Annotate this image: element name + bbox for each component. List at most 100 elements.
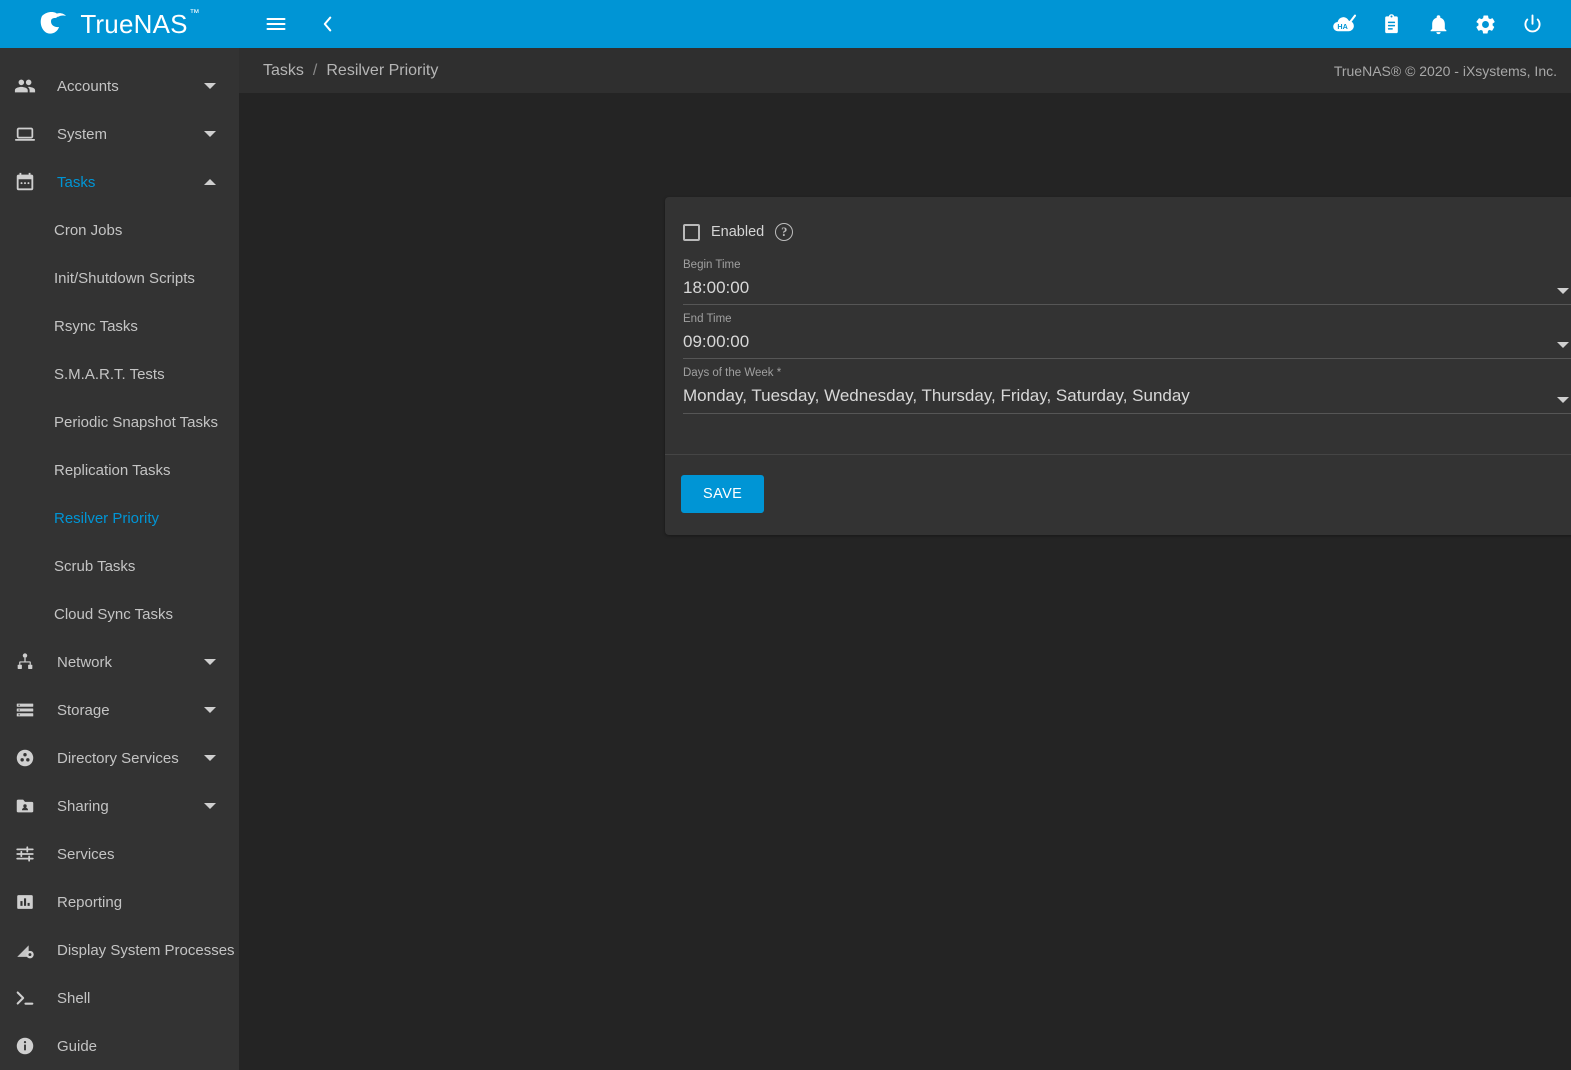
- copyright-text: TrueNAS® © 2020 - iXsystems, Inc.: [1333, 62, 1557, 79]
- sidebar-item-storage[interactable]: Storage: [0, 686, 239, 734]
- chevron-up-icon[interactable]: [199, 171, 221, 193]
- form-body: Enabled ? Begin Time 18:00:00 ?: [665, 197, 1571, 432]
- end-time-select[interactable]: End Time 09:00:00: [683, 313, 1571, 360]
- chevron-down-icon[interactable]: [199, 123, 221, 145]
- begin-time-row: Begin Time 18:00:00 ?: [680, 259, 1571, 306]
- toolbar-right-group: HA: [1329, 9, 1557, 39]
- sidebar-item-label: Sharing: [57, 797, 109, 815]
- sidebar-item-system[interactable]: System: [0, 110, 239, 158]
- chevron-down-icon[interactable]: [199, 699, 221, 721]
- chevron-down-icon[interactable]: [199, 75, 221, 97]
- sidebar-item-network[interactable]: Network: [0, 638, 239, 686]
- chevron-down-icon[interactable]: [1557, 396, 1569, 403]
- sidebar-item-cloud-sync-tasks[interactable]: Cloud Sync Tasks: [0, 590, 239, 638]
- terminal-prompt-icon: [13, 986, 37, 1010]
- sidebar-item-accounts[interactable]: Accounts: [0, 62, 239, 110]
- chevron-down-icon[interactable]: [199, 795, 221, 817]
- processes-gear-icon: [13, 938, 37, 962]
- days-of-week-label: Days of the Week *: [683, 367, 782, 380]
- begin-time-label: Begin Time: [683, 259, 741, 271]
- sidebar-item-label: Network: [57, 653, 113, 671]
- sidebar-item-reporting[interactable]: Reporting: [0, 878, 239, 926]
- network-nodes-icon: [13, 650, 37, 674]
- begin-time-select[interactable]: Begin Time 18:00:00: [683, 259, 1571, 306]
- sidebar-item-rsync-tasks[interactable]: Rsync Tasks: [0, 302, 239, 350]
- people-icon: [13, 74, 37, 98]
- top-toolbar: HA: [239, 0, 1571, 48]
- sidebar-item-label: Guide: [57, 1037, 98, 1055]
- laptop-icon: [13, 122, 37, 146]
- sidebar-item-replication-tasks[interactable]: Replication Tasks: [0, 446, 239, 494]
- storage-stack-icon: [13, 698, 37, 722]
- chevron-down-icon[interactable]: [199, 651, 221, 673]
- sidebar-item-tasks[interactable]: Tasks: [0, 158, 239, 206]
- hamburger-menu-icon[interactable]: [261, 9, 291, 39]
- breadcrumb-separator: /: [312, 61, 318, 79]
- days-of-week-row: Days of the Week * Monday, Tuesday, Wedn…: [680, 367, 1571, 414]
- content-area: Enabled ? Begin Time 18:00:00 ?: [239, 93, 1571, 1070]
- brand-name-text: TrueNAS: [80, 9, 188, 39]
- sidebar-item-scrub-tasks[interactable]: Scrub Tasks: [0, 542, 239, 590]
- power-icon[interactable]: [1517, 9, 1547, 39]
- sidebar-item-services[interactable]: Services: [0, 830, 239, 878]
- sidebar-item-smart-tests[interactable]: S.M.A.R.T. Tests: [0, 350, 239, 398]
- calendar-icon: [13, 170, 37, 194]
- chevron-down-icon[interactable]: [1557, 342, 1569, 349]
- sidebar-item-label: Storage: [57, 701, 110, 719]
- chevron-down-icon[interactable]: [1557, 288, 1569, 295]
- info-circle-icon: [13, 1034, 37, 1058]
- end-time-row: End Time 09:00:00 ?: [680, 313, 1571, 360]
- brand-header[interactable]: TrueNAS ™: [0, 0, 239, 48]
- brand-name: TrueNAS ™: [80, 9, 199, 39]
- bar-chart-icon: [13, 890, 37, 914]
- directory-disc-icon: [13, 746, 37, 770]
- sidebar-subitem-label: Replication Tasks: [54, 461, 171, 479]
- sidebar-item-guide[interactable]: Guide: [0, 1022, 239, 1070]
- save-button[interactable]: SAVE: [681, 474, 765, 513]
- days-of-week-select[interactable]: Days of the Week * Monday, Tuesday, Wedn…: [683, 367, 1571, 414]
- form-footer: SAVE: [665, 455, 1571, 535]
- enabled-label: Enabled: [711, 224, 765, 240]
- sidebar-item-label: Services: [57, 845, 115, 863]
- sidebar-item-label: Shell: [57, 989, 91, 1007]
- gear-settings-icon[interactable]: [1470, 9, 1500, 39]
- brand-trademark: ™: [189, 8, 200, 19]
- days-of-week-value: Monday, Tuesday, Wednesday, Thursday, Fr…: [683, 386, 1190, 406]
- sidebar-item-display-system-processes[interactable]: Display System Processes: [0, 926, 239, 974]
- sidebar-item-init-shutdown-scripts[interactable]: Init/Shutdown Scripts: [0, 254, 239, 302]
- chevron-down-icon[interactable]: [199, 747, 221, 769]
- sidebar-item-label: Tasks: [57, 173, 96, 191]
- sidebar-item-resilver-priority[interactable]: Resilver Priority: [0, 494, 239, 542]
- sidebar-item-cron-jobs[interactable]: Cron Jobs: [0, 206, 239, 254]
- sidebar: TrueNAS ™ Accounts System Tasks Cron Job…: [0, 0, 239, 1070]
- truenas-wave-logo-icon: [37, 7, 71, 41]
- breadcrumb-item-resilver-priority[interactable]: Resilver Priority: [326, 62, 438, 80]
- svg-text:HA: HA: [1337, 22, 1347, 31]
- sidebar-subitem-label: Cron Jobs: [54, 221, 123, 239]
- ha-cloud-status-icon[interactable]: HA: [1329, 9, 1359, 39]
- sidebar-item-periodic-snapshot-tasks[interactable]: Periodic Snapshot Tasks: [0, 398, 239, 446]
- sidebar-item-label: System: [57, 125, 108, 143]
- enabled-row: Enabled ?: [680, 213, 1571, 251]
- breadcrumb-item-tasks[interactable]: Tasks: [263, 62, 304, 80]
- begin-time-value: 18:00:00: [683, 277, 750, 297]
- sidebar-item-label: Accounts: [57, 77, 119, 95]
- enabled-checkbox[interactable]: [683, 223, 700, 241]
- sidebar-subitem-label: Cloud Sync Tasks: [54, 605, 173, 623]
- resilver-priority-form-card: Enabled ? Begin Time 18:00:00 ?: [665, 197, 1571, 535]
- chevron-left-icon[interactable]: [313, 9, 343, 39]
- bell-notifications-icon[interactable]: [1423, 9, 1453, 39]
- sidebar-item-sharing[interactable]: Sharing: [0, 782, 239, 830]
- sidebar-item-label: Reporting: [57, 893, 123, 911]
- sidebar-item-shell[interactable]: Shell: [0, 974, 239, 1022]
- clipboard-tasks-icon[interactable]: [1376, 9, 1406, 39]
- sliders-icon: [13, 842, 37, 866]
- truenas-app-window: TrueNAS ™ Accounts System Tasks Cron Job…: [0, 0, 1571, 1070]
- sidebar-item-directory-services[interactable]: Directory Services: [0, 734, 239, 782]
- sidebar-subitem-label: S.M.A.R.T. Tests: [54, 365, 165, 383]
- sidebar-nav: Accounts System Tasks Cron Jobs Init/Shu…: [0, 48, 239, 1070]
- sidebar-subitem-label: Rsync Tasks: [54, 317, 138, 335]
- shared-folder-icon: [13, 794, 37, 818]
- question-mark-icon[interactable]: ?: [775, 223, 794, 241]
- sidebar-item-label: Display System Processes: [57, 941, 235, 959]
